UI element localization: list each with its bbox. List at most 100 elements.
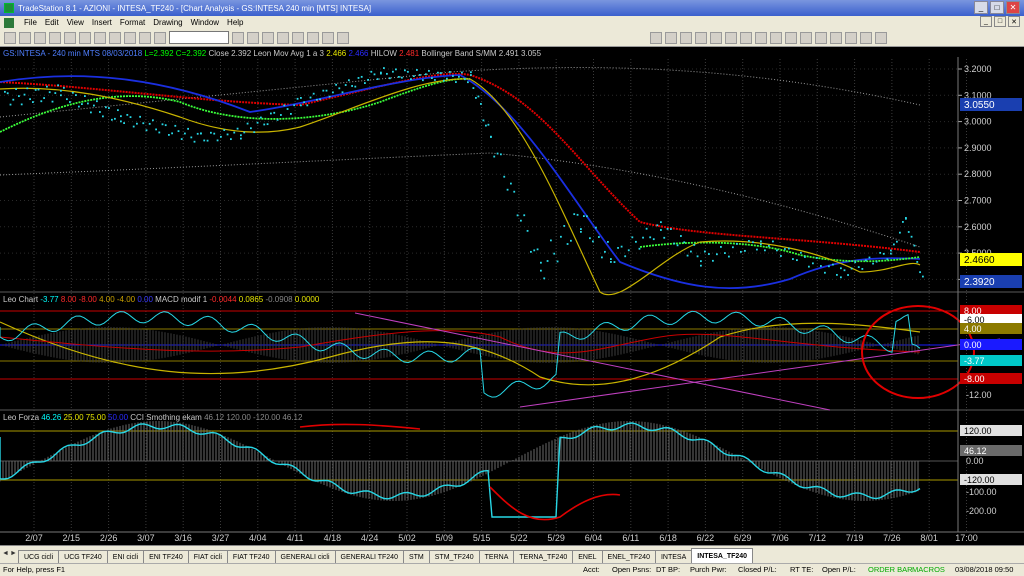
price-dot: [896, 240, 898, 243]
fibonacci-tool-icon[interactable]: [755, 32, 767, 44]
price-dot: [364, 82, 366, 84]
price-dot: [389, 77, 391, 80]
rectangle-tool-icon[interactable]: [770, 32, 782, 44]
menu-help[interactable]: Help: [223, 18, 247, 27]
x-tick-label: 5/09: [436, 533, 454, 543]
text-tool-icon[interactable]: [725, 32, 737, 44]
price-dot: [12, 98, 15, 101]
workspace-tab[interactable]: TERNA_TF240: [513, 550, 574, 563]
x-tick-label: 8/01: [920, 533, 938, 543]
ellipse-tool-icon[interactable]: [785, 32, 797, 44]
arrow-tool-icon[interactable]: [740, 32, 752, 44]
toolbar-button[interactable]: [322, 31, 334, 44]
menu-view[interactable]: View: [63, 18, 88, 27]
toolbar-button[interactable]: [154, 31, 166, 44]
price-dot: [158, 131, 161, 134]
minimize-button[interactable]: _: [974, 1, 988, 14]
toolbar-button[interactable]: [4, 31, 16, 44]
workspace-tab[interactable]: ENEL_TF240: [601, 550, 656, 563]
toolbar-button[interactable]: [277, 31, 289, 44]
mdi-minimize-button[interactable]: _: [980, 16, 992, 27]
toolbar-button[interactable]: [64, 31, 76, 44]
tab-scroll-left-icon[interactable]: ◄: [2, 550, 9, 559]
toolbar-button[interactable]: [49, 31, 61, 44]
price-dot: [373, 73, 376, 76]
workspace-tab[interactable]: ENI cicli: [106, 550, 145, 563]
menu-drawing[interactable]: Drawing: [149, 18, 186, 27]
price-dot: [607, 241, 609, 243]
price-dot: [523, 214, 526, 217]
maximize-button[interactable]: □: [990, 1, 1004, 14]
symbol-combo[interactable]: [169, 31, 229, 44]
price-dot: [66, 98, 68, 101]
workspace-tab[interactable]: GENERALI TF240: [334, 550, 404, 563]
price-dot: [493, 155, 496, 158]
cycle-tool-icon[interactable]: [875, 32, 887, 44]
toolbar-button[interactable]: [232, 31, 244, 44]
workspace-tab[interactable]: STM: [402, 550, 430, 563]
status-closed-pl: Closed P/L:: [738, 565, 777, 574]
toolbar-button[interactable]: [139, 31, 151, 44]
menu-window[interactable]: Window: [187, 18, 223, 27]
price-dot: [139, 115, 141, 118]
toolbar-button[interactable]: [79, 31, 91, 44]
price-dot: [54, 92, 57, 94]
workspace-tab[interactable]: GENERALI cicli: [274, 550, 336, 563]
tab-scroll-right-icon[interactable]: ►: [10, 550, 17, 559]
toolbar-button[interactable]: [292, 31, 304, 44]
menu-file[interactable]: File: [20, 18, 41, 27]
trendline-tool-icon[interactable]: [680, 32, 692, 44]
price-dot: [776, 249, 778, 252]
price-dot: [273, 111, 276, 114]
price-dot: [816, 257, 818, 259]
workspace-tab[interactable]: FIAT TF240: [226, 550, 276, 563]
toolbar-button[interactable]: [19, 31, 31, 44]
status-macros[interactable]: MACROS: [912, 565, 945, 574]
workspace-tab[interactable]: UCG cicli: [18, 550, 60, 563]
price-dot: [90, 111, 92, 114]
workspace-tab[interactable]: ENI TF240: [143, 550, 189, 563]
mdi-restore-button[interactable]: □: [994, 16, 1006, 27]
workspace-tab[interactable]: ENEL: [572, 550, 603, 563]
andrews-tool-icon[interactable]: [860, 32, 872, 44]
horizontal-line-tool-icon[interactable]: [695, 32, 707, 44]
toolbar-button[interactable]: [94, 31, 106, 44]
toolbar-button[interactable]: [337, 31, 349, 44]
close-button[interactable]: ✕: [1006, 1, 1020, 14]
cursor-tool-icon[interactable]: [650, 32, 662, 44]
price-dot: [716, 253, 718, 256]
chart-document-icon[interactable]: [4, 17, 14, 28]
price-dot: [328, 95, 331, 98]
price-dot: [293, 104, 296, 107]
toolbar-button[interactable]: [109, 31, 121, 44]
price-dot: [376, 78, 379, 80]
workspace-tab[interactable]: FIAT cicli: [187, 550, 228, 563]
speed-line-tool-icon[interactable]: [845, 32, 857, 44]
toolbar-button[interactable]: [247, 31, 259, 44]
status-order-bar[interactable]: ORDER BAR: [868, 565, 913, 574]
toolbar-button[interactable]: [34, 31, 46, 44]
menu-edit[interactable]: Edit: [41, 18, 63, 27]
channel-tool-icon[interactable]: [815, 32, 827, 44]
menu-insert[interactable]: Insert: [88, 18, 116, 27]
menu-format[interactable]: Format: [116, 18, 149, 27]
vertical-line-tool-icon[interactable]: [710, 32, 722, 44]
workspace-tab[interactable]: INTESA_TF240: [691, 548, 754, 563]
workspace-tab[interactable]: UCG TF240: [58, 550, 108, 563]
chart-canvas[interactable]: GS:INTESA - 240 min MTS 08/03/2018 L=2.3…: [0, 47, 1024, 545]
legend-item: 25.00: [61, 413, 84, 422]
chart-analysis-window[interactable]: GS:INTESA - 240 min MTS 08/03/2018 L=2.3…: [0, 47, 1024, 545]
workspace-tab[interactable]: INTESA: [654, 550, 693, 563]
mdi-close-button[interactable]: ✕: [1008, 16, 1020, 27]
price-dot: [171, 132, 173, 135]
price-dot: [652, 238, 655, 241]
workspace-tab[interactable]: TERNA: [478, 550, 515, 563]
crosshair-tool-icon[interactable]: [665, 32, 677, 44]
workspace-tab[interactable]: STM_TF240: [428, 550, 480, 563]
toolbar-button[interactable]: [124, 31, 136, 44]
price-dot: [792, 258, 794, 260]
gann-tool-icon[interactable]: [830, 32, 842, 44]
toolbar-button[interactable]: [307, 31, 319, 44]
toolbar-button[interactable]: [262, 31, 274, 44]
triangle-tool-icon[interactable]: [800, 32, 812, 44]
